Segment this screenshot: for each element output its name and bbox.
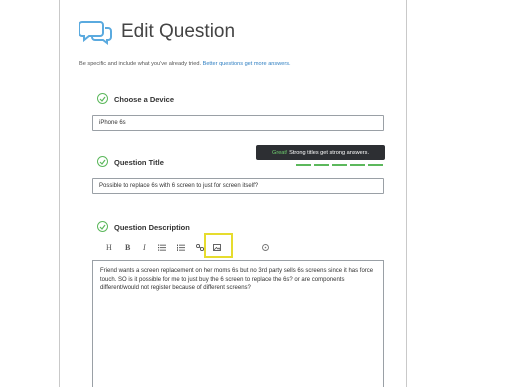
title-strength-bar bbox=[350, 164, 365, 166]
title-label: Question Title bbox=[114, 158, 164, 167]
title-strength-bar bbox=[332, 164, 347, 166]
help-icon[interactable] bbox=[262, 244, 269, 251]
title-check-icon bbox=[97, 156, 108, 167]
page-header: Edit Question bbox=[79, 16, 235, 48]
numbered-list-icon[interactable] bbox=[177, 244, 185, 251]
intro-text: Be specific and include what you've alre… bbox=[79, 61, 291, 67]
device-check-icon bbox=[97, 93, 108, 104]
description-check-icon bbox=[97, 221, 108, 232]
title-field[interactable]: Possible to replace 6s with 6 screen to … bbox=[92, 178, 384, 194]
device-field[interactable]: iPhone 6s bbox=[92, 115, 384, 131]
editor-toolbar: H B I bbox=[92, 238, 384, 258]
heading-button[interactable]: H bbox=[106, 243, 112, 252]
description-label: Question Description bbox=[114, 223, 190, 232]
speech-bubbles-icon bbox=[79, 21, 112, 45]
title-strength-bar bbox=[368, 164, 383, 166]
italic-button[interactable]: I bbox=[143, 243, 146, 252]
device-label: Choose a Device bbox=[114, 95, 175, 104]
link-icon[interactable] bbox=[196, 244, 204, 251]
title-strength-bar bbox=[296, 164, 311, 166]
description-field[interactable]: Friend wants a screen replacement on her… bbox=[92, 260, 384, 387]
page-title: Edit Question bbox=[121, 21, 236, 42]
title-tooltip: Great! Strong titles get strong answers. bbox=[256, 145, 385, 160]
bullet-list-icon[interactable] bbox=[158, 244, 166, 251]
title-strength-bar bbox=[314, 164, 329, 166]
image-button-highlight bbox=[204, 233, 233, 258]
bold-button[interactable]: B bbox=[125, 243, 130, 252]
better-questions-link[interactable]: Better questions get more answers. bbox=[203, 61, 291, 67]
